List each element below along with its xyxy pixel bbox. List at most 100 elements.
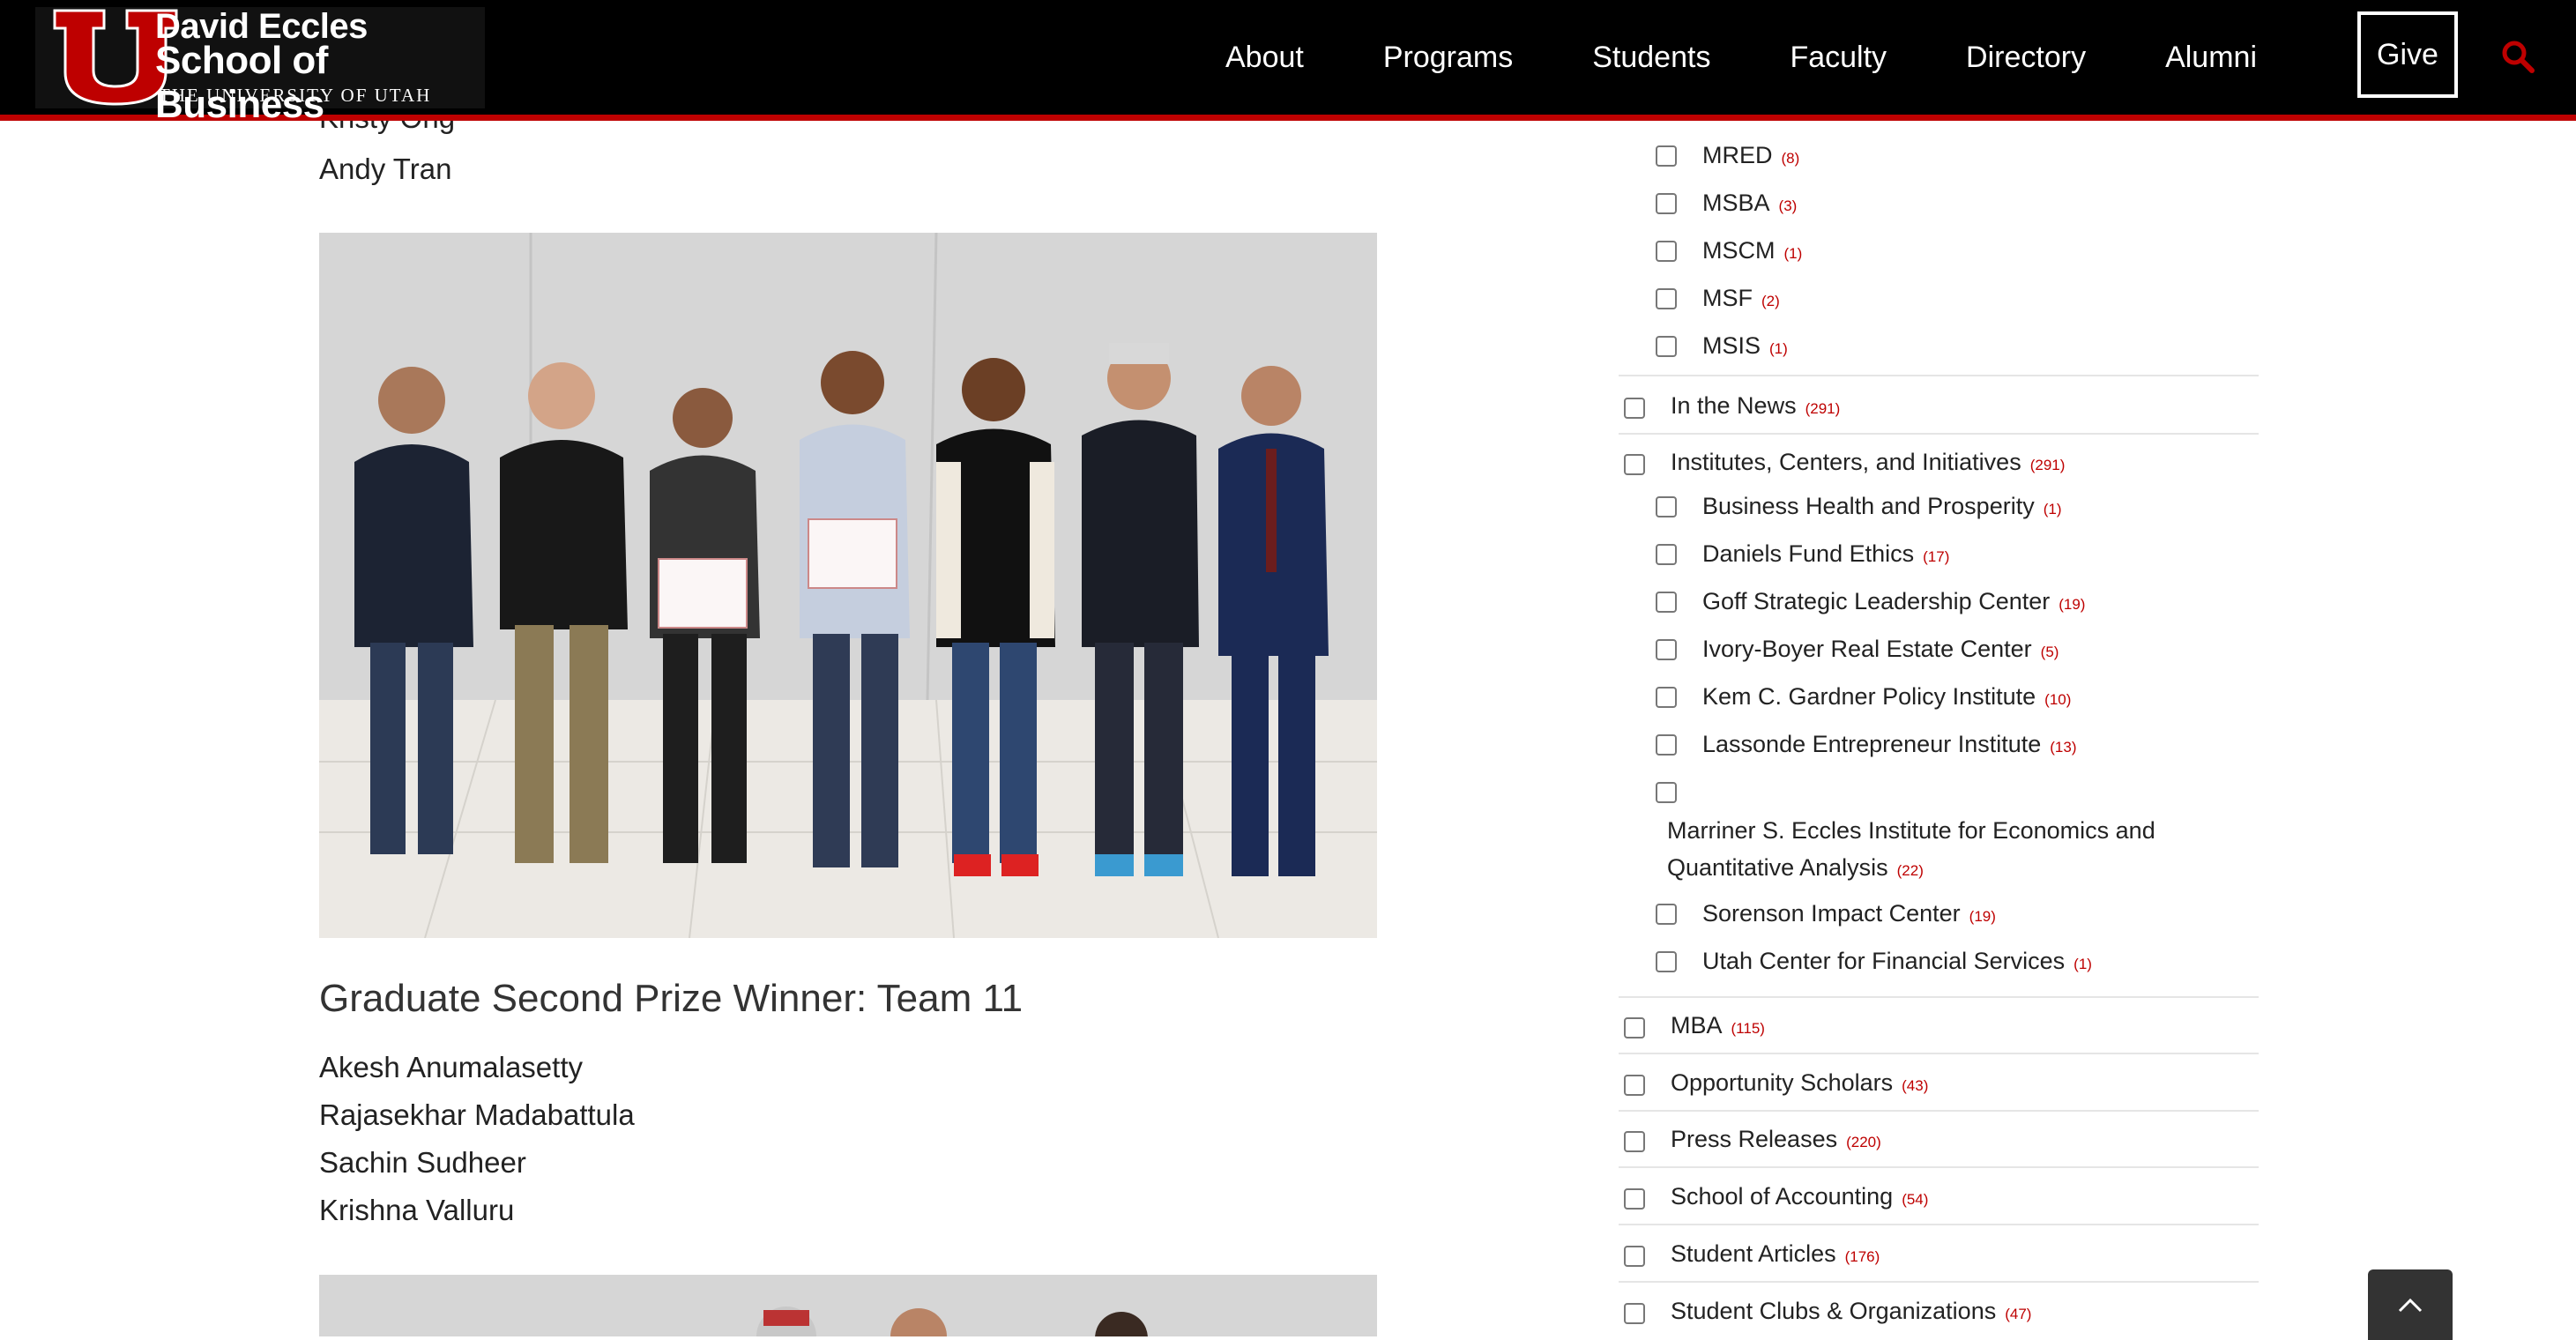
filter-count: (291)	[2029, 457, 2066, 473]
filter-checkbox[interactable]	[1656, 951, 1677, 972]
filter-label-text: School of Accounting	[1671, 1183, 1894, 1210]
nav-directory[interactable]: Directory	[1966, 41, 2086, 75]
filter-label-text: In the News	[1671, 392, 1797, 419]
nav-programs[interactable]: Programs	[1383, 41, 1513, 75]
filter-label-text: Institutes, Centers, and Initiatives	[1671, 449, 2021, 475]
filter-label: Opportunity Scholars (43)	[1671, 1069, 1928, 1097]
filter-count: (1)	[2073, 956, 2092, 972]
filter-label-text: MSCM	[1702, 237, 1776, 264]
team-member-name: Krishna Valluru	[319, 1194, 515, 1226]
team-member-name: Akesh Anumalasetty	[319, 1051, 583, 1083]
filter-count: (3)	[1778, 197, 1798, 214]
divider	[1619, 1110, 2259, 1112]
logo-line3: THE UNIVERSITY OF UTAH	[159, 85, 432, 106]
section-heading: Graduate Second Prize Winner: Team 11	[319, 977, 1024, 1020]
filter-checkbox[interactable]	[1656, 904, 1677, 925]
filter-count: (22)	[1896, 862, 1924, 879]
nav-faculty[interactable]: Faculty	[1790, 41, 1887, 75]
filter-checkbox[interactable]	[1656, 782, 1677, 803]
filter-checkbox[interactable]	[1656, 145, 1677, 167]
give-button[interactable]: Give	[2357, 11, 2458, 98]
school-logo[interactable]: David Eccles School of Business THE UNIV…	[35, 7, 485, 126]
filter-label: MSF (2)	[1702, 285, 1780, 312]
filter-checkbox[interactable]	[1624, 1303, 1645, 1324]
filter-checkbox[interactable]	[1656, 639, 1677, 660]
filter-checkbox[interactable]	[1624, 1017, 1645, 1038]
filter-checkbox[interactable]	[1624, 1246, 1645, 1267]
filter-label-text: Ivory-Boyer Real Estate Center	[1702, 636, 2032, 662]
filter-label-text: Kem C. Gardner Policy Institute	[1702, 683, 2036, 710]
filter-checkbox[interactable]	[1624, 454, 1645, 475]
divider	[1619, 433, 2259, 435]
filter-checkbox[interactable]	[1656, 496, 1677, 517]
filter-checkbox[interactable]	[1656, 687, 1677, 708]
filter-label-text: Student Clubs & Organizations	[1671, 1298, 1997, 1324]
filter-count: (47)	[2005, 1306, 2032, 1322]
filter-checkbox[interactable]	[1624, 398, 1645, 419]
filter-count: (19)	[2059, 596, 2086, 613]
filter-label-text: Press Releases	[1671, 1126, 1838, 1152]
main-nav: About Programs Students Faculty Director…	[1225, 0, 2336, 115]
filter-checkbox[interactable]	[1624, 1131, 1645, 1152]
filter-count: (1)	[1783, 245, 1803, 262]
filter-checkbox[interactable]	[1624, 1075, 1645, 1096]
logo-line2: School of Business	[155, 39, 328, 126]
filter-label: MRED (8)	[1702, 142, 1799, 169]
filter-label-text: MBA	[1671, 1012, 1723, 1038]
team-photo-illustration	[319, 1275, 1377, 1336]
filter-count: (19)	[1969, 908, 1996, 925]
nav-about[interactable]: About	[1225, 41, 1304, 75]
filter-label-text: Sorenson Impact Center	[1702, 900, 1961, 927]
filter-checkbox[interactable]	[1656, 193, 1677, 214]
site-header: David Eccles School of Business THE UNIV…	[0, 0, 2576, 126]
filter-label-text: Daniels Fund Ethics	[1702, 540, 1915, 567]
divider	[1619, 375, 2259, 376]
filter-label: MBA (115)	[1671, 1012, 1765, 1039]
filter-label: MSCM (1)	[1702, 237, 1802, 264]
filter-count: (17)	[1923, 548, 1950, 565]
filter-checkbox[interactable]	[1656, 288, 1677, 309]
divider	[1619, 996, 2259, 998]
filter-label: Business Health and Prosperity (1)	[1702, 493, 2061, 520]
search-icon[interactable]	[2500, 39, 2535, 74]
filter-checkbox[interactable]	[1656, 544, 1677, 565]
filter-label-text: Utah Center for Financial Services	[1702, 948, 2066, 974]
filter-label-text: Lassonde Entrepreneur Institute	[1702, 731, 2042, 757]
divider	[1619, 1281, 2259, 1283]
divider	[1619, 1053, 2259, 1054]
chevron-up-icon	[2398, 1298, 2423, 1313]
filter-checkbox[interactable]	[1624, 1188, 1645, 1210]
filter-label-text: MRED	[1702, 142, 1773, 168]
filter-label: School of Accounting (54)	[1671, 1183, 1928, 1210]
scroll-to-top-button[interactable]	[2368, 1269, 2453, 1340]
filter-label: Student Articles (176)	[1671, 1240, 1880, 1268]
team-member-name: Kristy Ong	[319, 121, 455, 135]
divider	[1619, 1166, 2259, 1168]
filter-label: Goff Strategic Leadership Center (19)	[1702, 588, 2085, 615]
filter-label: MSBA (3)	[1702, 190, 1797, 217]
filter-label-text: Student Articles	[1671, 1240, 1836, 1267]
article-content: Kristy Ong Andy Tran	[0, 121, 1587, 1336]
filter-checkbox[interactable]	[1656, 241, 1677, 262]
filter-count: (176)	[1844, 1248, 1880, 1265]
team-photo-illustration	[319, 233, 1377, 938]
filter-count: (13)	[2050, 739, 2077, 756]
filter-count: (220)	[1846, 1134, 1881, 1150]
filter-label-text: Goff Strategic Leadership Center	[1702, 588, 2051, 614]
filter-checkbox[interactable]	[1656, 336, 1677, 357]
nav-alumni[interactable]: Alumni	[2165, 41, 2257, 75]
filter-label: Sorenson Impact Center (19)	[1702, 900, 1996, 927]
nav-students[interactable]: Students	[1592, 41, 1710, 75]
filter-label-text: MSBA	[1702, 190, 1770, 216]
filter-label: Utah Center for Financial Services (1)	[1702, 948, 2092, 975]
filter-checkbox[interactable]	[1656, 734, 1677, 756]
filter-count: (115)	[1731, 1020, 1765, 1037]
filter-label: Institutes, Centers, and Initiatives (291…	[1671, 449, 2065, 476]
filter-label-text: MSF	[1702, 285, 1753, 311]
filter-count: (2)	[1761, 293, 1780, 309]
team-member-name: Rajasekhar Madabattula	[319, 1098, 635, 1131]
filter-checkbox[interactable]	[1656, 592, 1677, 613]
team-photo	[319, 233, 1377, 938]
filter-count: (43)	[1902, 1077, 1929, 1094]
filter-count: (291)	[1805, 400, 1841, 417]
